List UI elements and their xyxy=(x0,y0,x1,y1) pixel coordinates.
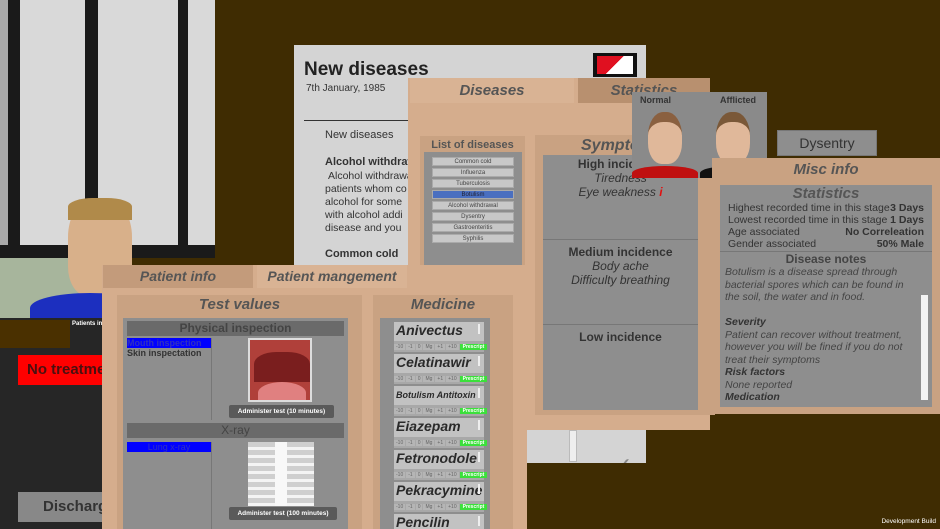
dose-control[interactable]: Mg xyxy=(423,343,435,350)
disease-item[interactable]: Tuberculosis xyxy=(432,179,514,188)
dose-control[interactable]: +1 xyxy=(435,503,446,510)
scroll-handle[interactable] xyxy=(478,420,480,430)
dose-control[interactable]: +1 xyxy=(435,471,446,478)
medicine-name: Pencilin xyxy=(396,514,450,529)
test-item[interactable]: Skin inspectation xyxy=(127,348,211,358)
disease-item[interactable]: Common cold xyxy=(432,157,514,166)
medicine-item: Anivectus -10 -1 0 Mg +1 +10 Prescript xyxy=(394,322,488,354)
dose-control[interactable]: -1 xyxy=(406,503,415,510)
medicine-name: Anivectus xyxy=(396,322,463,338)
prescript-button[interactable]: Prescript xyxy=(459,471,488,478)
dose-control[interactable]: -10 xyxy=(394,343,406,350)
checkmark-icon[interactable]: ✓ xyxy=(614,453,632,463)
medicine-item: Pencilin-10-10Mg+1+10Prescript xyxy=(394,514,484,529)
prescript-button[interactable]: Prescript xyxy=(459,503,488,510)
development-build-label: Development Build xyxy=(881,518,936,525)
paper-date: 7th January, 1985 xyxy=(306,83,386,94)
xray-image xyxy=(248,442,314,506)
dose-control[interactable]: -10 xyxy=(394,375,406,382)
dose-control[interactable]: +1 xyxy=(435,375,446,382)
patient-side-panel: Patients in No treatment Discharge xyxy=(0,318,118,529)
tab-patient-management[interactable]: Patient mangement xyxy=(257,265,407,288)
dysentry-button[interactable]: Dysentry xyxy=(777,130,877,156)
dose-control[interactable]: 0 xyxy=(415,439,423,446)
medicine-item: Pekracymine -10 -1 0 Mg +1 +10 Prescript xyxy=(394,482,488,514)
dose-control[interactable]: +1 xyxy=(435,407,446,414)
test-item-selected[interactable]: Mouth inspection xyxy=(127,338,211,348)
disease-item[interactable]: Gastroenteritis xyxy=(432,223,514,232)
dose-control[interactable]: -10 xyxy=(394,407,406,414)
prescript-button[interactable]: Prescript xyxy=(459,407,488,414)
misc-info-panel: Misc info Statistics Highest recorded ti… xyxy=(712,158,940,414)
medicine-name: Eiazepam xyxy=(396,418,461,434)
disease-item[interactable]: Syphilis xyxy=(432,234,514,243)
dose-control[interactable]: -1 xyxy=(406,439,415,446)
dose-control[interactable]: 0 xyxy=(415,343,423,350)
scroll-handle[interactable] xyxy=(478,356,480,366)
mouth-image xyxy=(248,338,312,402)
tab-patient-info[interactable]: Patient info xyxy=(103,265,253,288)
dose-control[interactable]: -1 xyxy=(406,471,415,478)
dose-control[interactable]: -1 xyxy=(406,343,415,350)
prescript-button[interactable]: Prescript xyxy=(459,375,488,382)
info-icon[interactable]: i xyxy=(659,185,662,199)
medicine-name: Pekracymine xyxy=(396,482,483,498)
dose-control[interactable]: +10 xyxy=(446,375,459,382)
dose-control[interactable]: 0 xyxy=(415,503,423,510)
scroll-handle[interactable] xyxy=(478,452,480,462)
paper-scrollbar[interactable] xyxy=(569,430,577,462)
dose-control[interactable]: -10 xyxy=(394,471,406,478)
medicine-item: Eiazepam -10 -1 0 Mg +1 +10 Prescript xyxy=(394,418,488,450)
medicine-name: Fetronodole xyxy=(396,450,477,466)
dose-control[interactable]: +10 xyxy=(446,503,459,510)
medicine-box: Medicine Anivectus -10 -1 0 Mg +1 +10 Prescript… xyxy=(373,295,513,529)
tab-diseases[interactable]: Diseases xyxy=(410,78,574,103)
dose-control[interactable]: +1 xyxy=(435,439,446,446)
disease-item[interactable]: Dysentry xyxy=(432,212,514,221)
dose-control[interactable]: +10 xyxy=(446,407,459,414)
dose-control[interactable]: Mg xyxy=(423,439,435,446)
scroll-handle[interactable] xyxy=(478,324,480,334)
patient-info-panel: Patient info Patient mangement Test valu… xyxy=(102,265,527,529)
medicine-item: Fetronodole -10 -1 0 Mg +1 +10 Prescript xyxy=(394,450,488,482)
scroll-handle[interactable] xyxy=(478,388,480,398)
scroll-handle[interactable] xyxy=(478,484,480,494)
dose-control[interactable]: +1 xyxy=(435,343,446,350)
dose-control[interactable]: +10 xyxy=(446,471,459,478)
dose-control[interactable]: 0 xyxy=(415,375,423,382)
dose-control[interactable]: +10 xyxy=(446,343,459,350)
prescript-button[interactable]: Prescript xyxy=(459,343,488,350)
dose-control[interactable]: 0 xyxy=(415,471,423,478)
dose-control[interactable]: -1 xyxy=(406,407,415,414)
test-values-box: Test values Physical inspection Mouth in… xyxy=(117,295,362,529)
test-item-selected[interactable]: Lung x-ray xyxy=(127,442,211,452)
medicine-name: Celatinawir xyxy=(396,354,471,370)
administer-xray-button[interactable]: Administer test (100 minutes) xyxy=(229,507,337,520)
notes-scrollbar[interactable] xyxy=(921,295,928,400)
disease-item[interactable]: Alcohol withdrawal xyxy=(432,201,514,210)
medicine-item: Botulism Antitoxin -10 -1 0 Mg +1 +10 Prescript xyxy=(394,386,488,418)
dose-control[interactable]: Mg xyxy=(423,471,435,478)
disease-item-selected[interactable]: Botulism xyxy=(432,190,514,199)
administer-test-button[interactable]: Administer test (10 minutes) xyxy=(229,405,334,418)
disease-item[interactable]: Influenza xyxy=(432,168,514,177)
scroll-handle[interactable] xyxy=(478,516,480,526)
dose-control[interactable]: +10 xyxy=(446,439,459,446)
dose-control[interactable]: -10 xyxy=(394,503,406,510)
dose-control[interactable]: Mg xyxy=(423,503,435,510)
dose-control[interactable]: -10 xyxy=(394,439,406,446)
dose-control[interactable]: Mg xyxy=(423,407,435,414)
dose-control[interactable]: Mg xyxy=(423,375,435,382)
dose-control[interactable]: -1 xyxy=(406,375,415,382)
medicine-name: Botulism Antitoxin xyxy=(396,390,476,400)
logo-icon xyxy=(593,53,637,77)
prescript-button[interactable]: Prescript xyxy=(459,439,488,446)
patients-label: Patients in xyxy=(72,321,103,327)
afflicted-face xyxy=(716,112,750,164)
dose-control[interactable]: 0 xyxy=(415,407,423,414)
normal-face xyxy=(648,112,682,164)
medicine-item: Celatinawir -10 -1 0 Mg +1 +10 Prescript xyxy=(394,354,488,386)
